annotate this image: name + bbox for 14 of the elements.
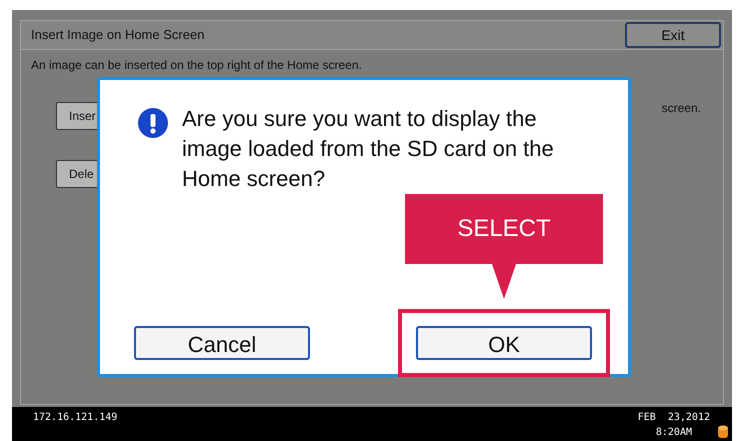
select-callout: SELECT: [405, 194, 603, 264]
description-text: An image can be inserted on the top right of the Home screen.: [31, 57, 363, 74]
time-text: 8:20AM: [656, 426, 693, 440]
panel-text: screen.: [662, 100, 701, 117]
ip-address: 172.16.121.149: [33, 411, 118, 425]
toner-icon: [718, 425, 728, 439]
date-text: FEB 23,2012: [638, 411, 710, 425]
ok-button[interactable]: OK: [416, 326, 592, 360]
callout-pointer-icon: [492, 264, 516, 299]
info-icon: [138, 108, 168, 138]
exit-button[interactable]: Exit: [625, 22, 721, 48]
screen-title: Insert Image on Home Screen: [31, 26, 204, 44]
dialog-message: Are you sure you want to display the image loaded from the SD card on the Home screen?: [182, 105, 554, 193]
cancel-button[interactable]: Cancel: [134, 326, 310, 360]
